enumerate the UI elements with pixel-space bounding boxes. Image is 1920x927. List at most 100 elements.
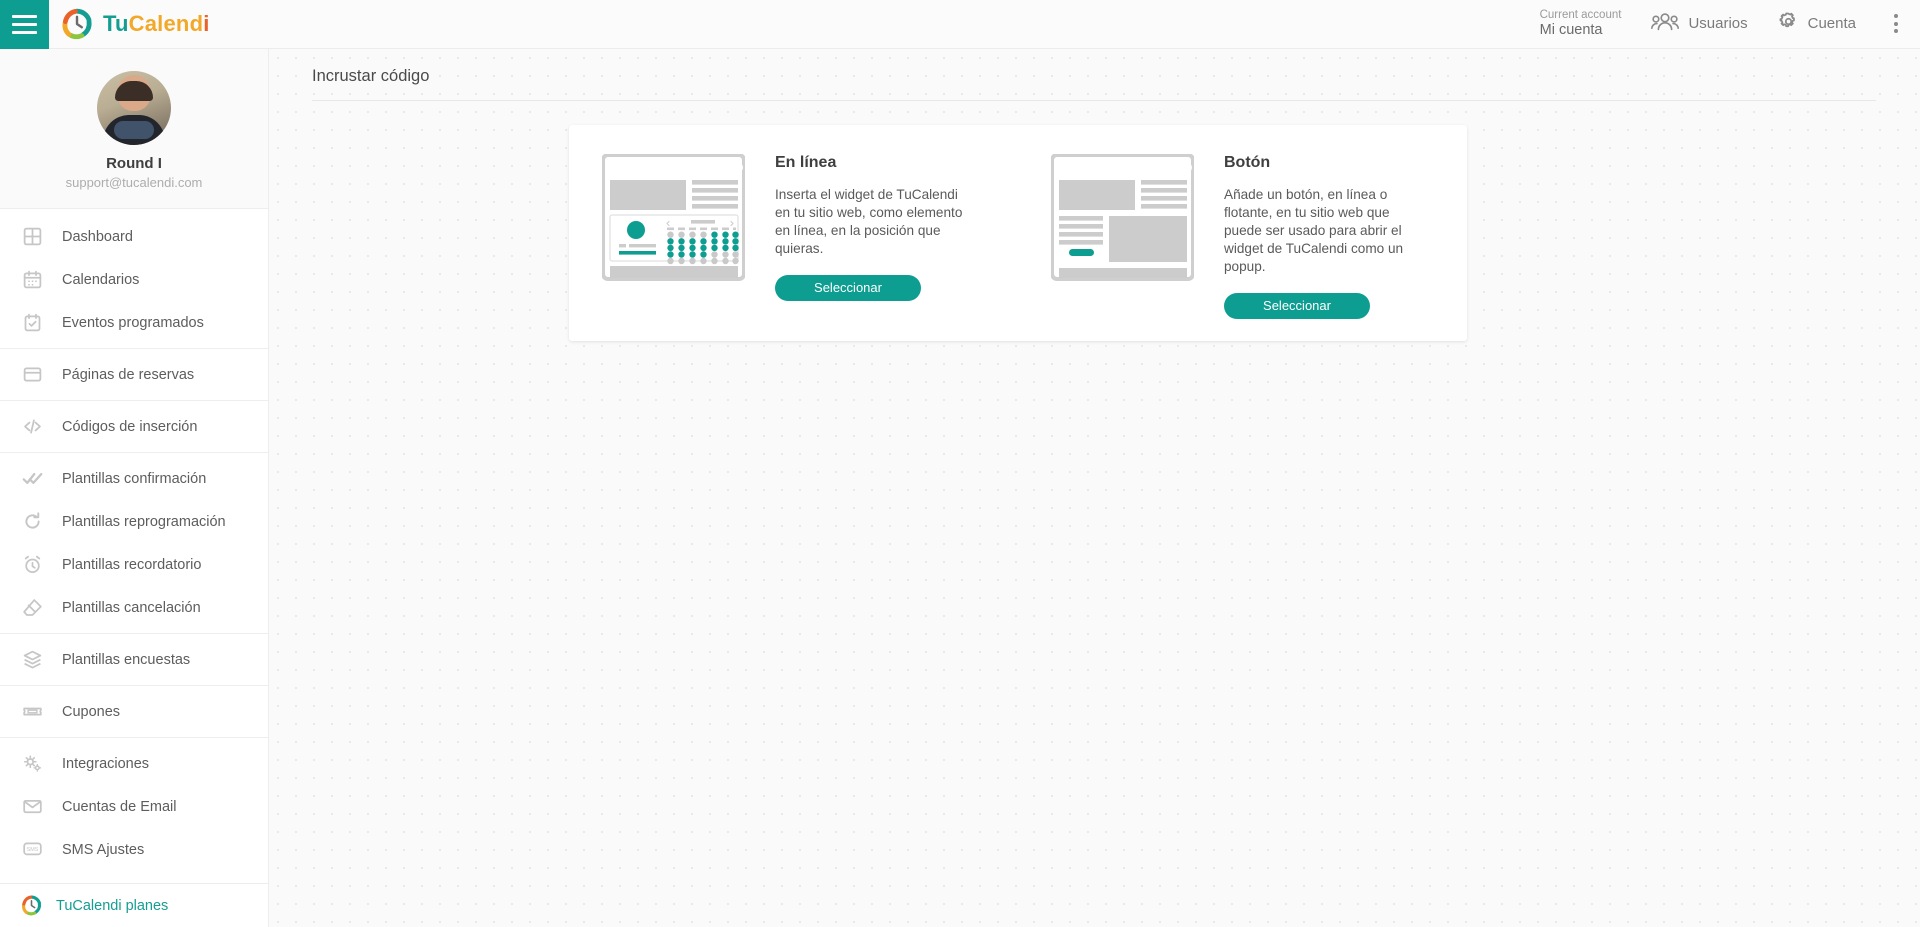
double-check-icon	[21, 468, 43, 490]
select-inline-button[interactable]: Seleccionar	[775, 275, 921, 302]
current-account[interactable]: Current account Mi cuenta	[1540, 9, 1622, 39]
page-header: Incrustar código	[269, 49, 1920, 100]
sidebar-item-label: Cupones	[62, 703, 121, 720]
inline-option-body: En línea Inserta el widget de TuCalendi …	[775, 154, 965, 302]
nav-group: Códigos de inserción	[0, 401, 268, 453]
embed-option-button: Botón Añade un botón, en línea o flotant…	[1018, 125, 1467, 320]
envelope-icon	[21, 796, 43, 818]
kebab-dot	[1894, 29, 1898, 34]
nav-group: Páginas de reservas	[0, 349, 268, 401]
account-button[interactable]: Cuenta	[1778, 11, 1856, 36]
nav-group: Plantillas encuestas	[0, 634, 268, 686]
kebab-dot	[1894, 21, 1898, 26]
top-bar: TuCalendi Current account Mi cuenta Usua…	[0, 0, 1920, 49]
embed-option-inline: En línea Inserta el widget de TuCalendi …	[569, 125, 1018, 302]
hamburger-bar	[12, 22, 37, 26]
profile-email: support@tucalendi.com	[65, 175, 203, 190]
sidebar-item-tucalendi-planes[interactable]: TuCalendi planes	[0, 883, 268, 927]
nav-group: Plantillas confirmación Plantillas repro…	[0, 453, 268, 634]
sidebar: Round I support@tucalendi.com Dashboard …	[0, 49, 269, 927]
users-button[interactable]: Usuarios	[1651, 12, 1748, 36]
tucalendi-logo-icon	[61, 8, 93, 40]
sidebar-item-plantillas-cancelacion[interactable]: Plantillas cancelación	[0, 586, 268, 629]
sidebar-item-paginas-de-reservas[interactable]: Páginas de reservas	[0, 353, 268, 396]
sidebar-item-sms-ajustes[interactable]: SMS SMS Ajustes	[0, 828, 268, 871]
sidebar-item-cupones[interactable]: Cupones	[0, 690, 268, 733]
dashboard-grid-icon	[21, 226, 43, 248]
select-button-button[interactable]: Seleccionar	[1224, 293, 1370, 320]
current-account-value: Mi cuenta	[1539, 22, 1603, 39]
refresh-icon	[21, 511, 43, 533]
sidebar-item-dashboard[interactable]: Dashboard	[0, 215, 268, 258]
calendar-check-icon	[21, 312, 43, 334]
calendar-icon	[21, 269, 43, 291]
embed-options-panel: En línea Inserta el widget de TuCalendi …	[569, 125, 1467, 341]
nav-group: Dashboard Calendarios Eventos programado…	[0, 211, 268, 349]
current-account-label: Current account	[1539, 9, 1622, 22]
sidebar-item-label: Plantillas reprogramación	[62, 513, 226, 530]
users-icon	[1651, 12, 1680, 36]
sidebar-item-label: Plantillas cancelación	[62, 599, 201, 616]
sidebar-profile: Round I support@tucalendi.com	[0, 49, 268, 209]
sidebar-item-label: Códigos de inserción	[62, 418, 198, 435]
sidebar-item-plantillas-recordatorio[interactable]: Plantillas recordatorio	[0, 543, 268, 586]
sidebar-item-label: Integraciones	[62, 755, 150, 772]
sidebar-item-plantillas-reprogramacion[interactable]: Plantillas reprogramación	[0, 500, 268, 543]
sidebar-item-label: Páginas de reservas	[62, 366, 195, 383]
inline-widget-preview	[601, 153, 746, 284]
page-title: Incrustar código	[312, 67, 430, 85]
hamburger-icon[interactable]	[0, 0, 49, 49]
alarm-clock-icon	[21, 554, 43, 576]
sidebar-footer-label: TuCalendi planes	[56, 897, 169, 914]
sidebar-item-cuentas-de-email[interactable]: Cuentas de Email	[0, 785, 268, 828]
sidebar-item-eventos-programados[interactable]: Eventos programados	[0, 301, 268, 344]
brand-tu: Tu	[103, 11, 129, 36]
gear-icon	[1778, 11, 1799, 36]
sidebar-item-calendarios[interactable]: Calendarios	[0, 258, 268, 301]
sidebar-item-label: Plantillas encuestas	[62, 651, 191, 668]
account-label: Cuenta	[1807, 15, 1856, 33]
hamburger-bar	[12, 14, 37, 18]
sidebar-item-label: Plantillas confirmación	[62, 470, 207, 487]
sidebar-item-label: Dashboard	[62, 228, 133, 245]
code-icon	[21, 416, 43, 438]
sidebar-item-label: Eventos programados	[62, 314, 204, 331]
sidebar-item-label: SMS Ajustes	[62, 841, 145, 858]
inline-option-title: En línea	[775, 154, 837, 171]
ticket-icon	[21, 701, 43, 723]
sidebar-item-plantillas-confirmacion[interactable]: Plantillas confirmación	[0, 457, 268, 500]
sidebar-item-codigos-de-insercion[interactable]: Códigos de inserción	[0, 405, 268, 448]
profile-name: Round I	[106, 155, 162, 172]
inline-option-description: Inserta el widget de TuCalendi en tu sit…	[775, 187, 963, 257]
users-label: Usuarios	[1688, 15, 1748, 33]
button-widget-preview	[1050, 153, 1195, 284]
nav-group: Cupones	[0, 686, 268, 738]
eraser-icon	[21, 597, 43, 619]
nav-group: Integraciones Cuentas de Email SMS SMS A…	[0, 738, 268, 875]
cogs-icon	[21, 753, 43, 775]
layers-icon	[21, 649, 43, 671]
top-bar-actions: Current account Mi cuenta Usuarios Cuent…	[1540, 9, 1920, 39]
sms-icon: SMS	[21, 839, 43, 861]
avatar[interactable]	[97, 71, 171, 145]
sidebar-nav: Dashboard Calendarios Eventos programado…	[0, 209, 268, 875]
button-option-description: Añade un botón, en línea o flotante, en …	[1224, 187, 1404, 275]
brand-title: TuCalendi	[103, 11, 210, 37]
button-option-title: Botón	[1224, 154, 1271, 171]
sidebar-item-label: Cuentas de Email	[62, 798, 177, 815]
brand-i: i	[203, 11, 210, 36]
kebab-menu-icon[interactable]	[1886, 10, 1906, 37]
sidebar-item-integraciones[interactable]: Integraciones	[0, 742, 268, 785]
brand-calend: Calend	[128, 11, 204, 36]
kebab-dot	[1894, 14, 1898, 19]
header-divider	[312, 100, 1876, 101]
window-icon	[21, 364, 43, 386]
sidebar-item-label: Calendarios	[62, 271, 140, 288]
button-option-body: Botón Añade un botón, en línea o flotant…	[1224, 154, 1414, 320]
main-content: Incrustar código En línea Inserta el wid…	[269, 49, 1920, 927]
svg-text:SMS: SMS	[26, 847, 38, 853]
tucalendi-logo-icon	[20, 895, 42, 917]
sidebar-item-label: Plantillas recordatorio	[62, 556, 202, 573]
sidebar-item-plantillas-encuestas[interactable]: Plantillas encuestas	[0, 638, 268, 681]
brand[interactable]: TuCalendi	[61, 8, 210, 40]
